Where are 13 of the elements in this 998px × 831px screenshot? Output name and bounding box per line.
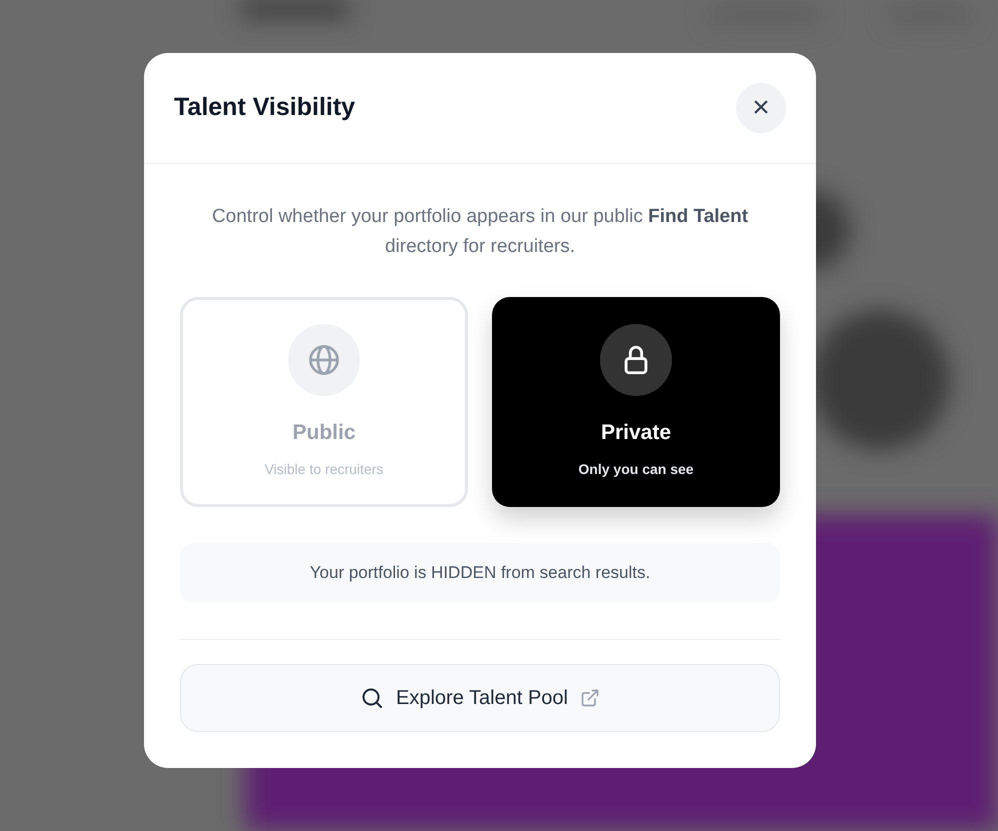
explore-button[interactable]: Explore Talent Pool — [180, 664, 780, 732]
option-label: Private — [600, 420, 672, 446]
option-caption: Only you can see — [578, 460, 694, 479]
close-button[interactable]: × — [736, 83, 786, 133]
description-text: Control whether your portfolio appears in our public Find Talent directory for recruiters. — [210, 205, 750, 259]
search-icon — [360, 686, 384, 710]
option-label: Public — [292, 420, 356, 446]
visibility-option[interactable]: Private Only you can see — [492, 297, 780, 507]
dialog-title: Talent Visibility — [174, 92, 356, 124]
option-caption: Visible to recruiters — [264, 460, 384, 478]
status-message: Your portfolio is HIDDEN from search results. — [180, 543, 780, 603]
globe-icon — [306, 342, 342, 378]
external-link-icon — [580, 688, 600, 708]
